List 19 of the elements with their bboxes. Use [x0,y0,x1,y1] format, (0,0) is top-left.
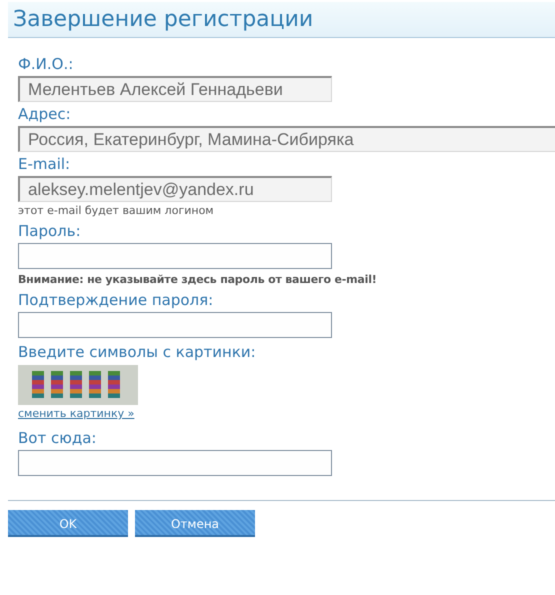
input-field[interactable]: Россия, Екатеринбург, Мамина-Сибиряка [18,126,555,152]
field-label: Введите символы с картинки: [18,343,256,361]
input-field[interactable]: aleksey.melentjev@yandex.ru [18,176,332,202]
field-label: E-mail: [18,155,70,173]
field-label: Ф.И.О.: [18,55,74,73]
input-field[interactable] [18,450,332,476]
form-button[interactable]: Отмена [135,510,255,537]
input-field[interactable] [18,312,332,338]
input-field[interactable]: Мелентьев Алексей Геннадьеви [18,76,332,102]
form-button[interactable]: OK [8,510,128,537]
input-field[interactable] [18,243,332,269]
field-label: Адрес: [18,105,71,123]
hint-text: этот e-mail будет вашим логином [18,204,214,217]
page-title: Завершение регистрации [13,7,314,32]
field-label: Вот сюда: [18,429,96,447]
field-label: Подтверждение пароля: [18,291,214,309]
field-label: Пароль: [18,222,81,240]
warning-text: Внимание: не указывайте здесь пароль от вашего e-mail! [18,273,377,286]
change-picture-link[interactable]: сменить картинку » [18,407,134,420]
